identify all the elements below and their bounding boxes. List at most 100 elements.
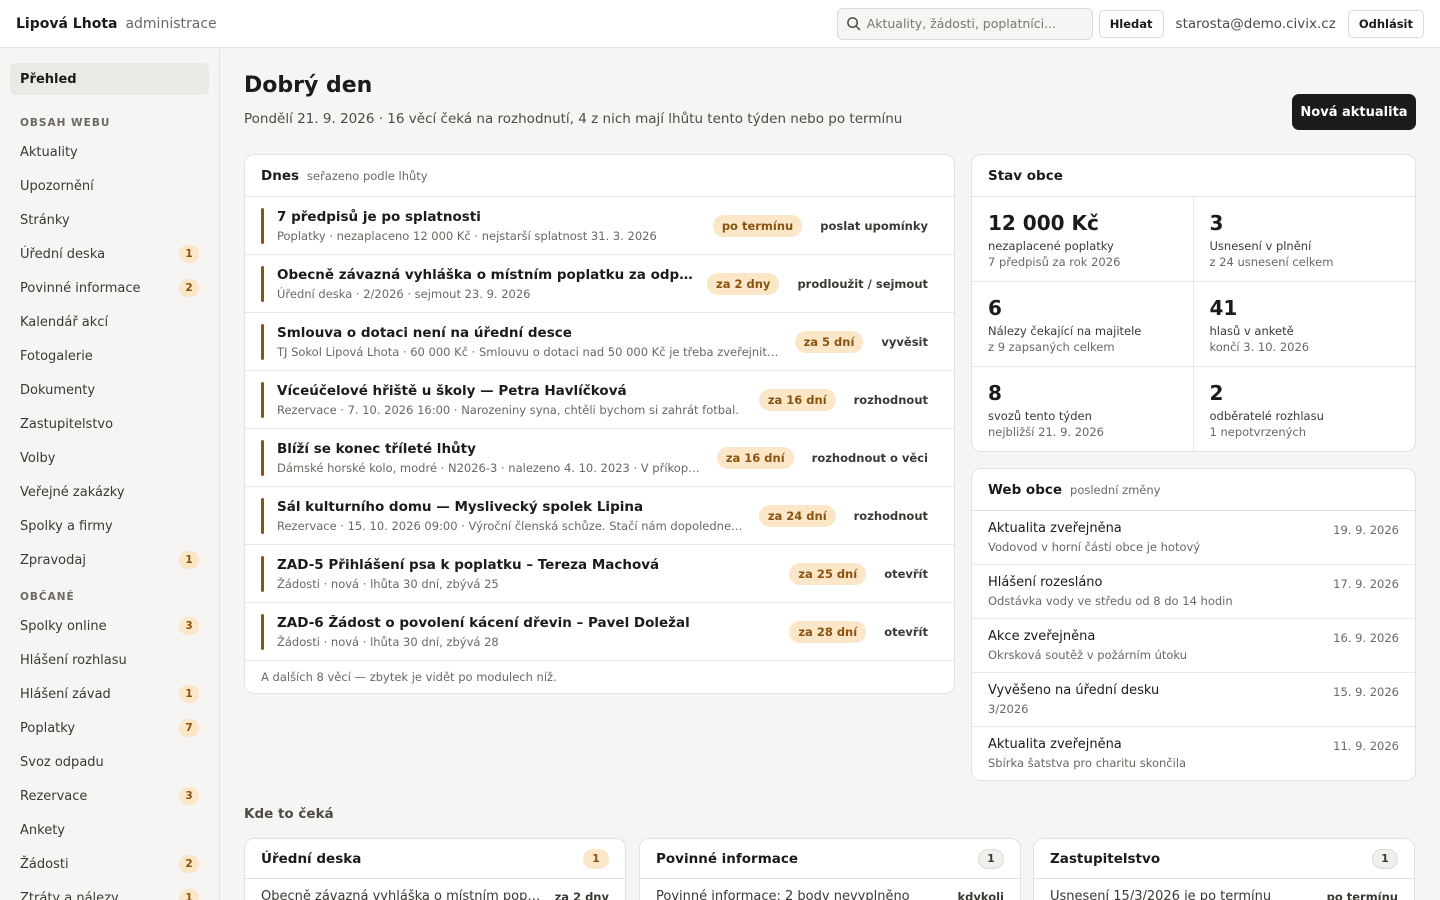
sidebar-item-label: Stránky [20, 212, 70, 228]
stat-cell[interactable]: 3 Usnesení v plnění z 24 usnesení celkem [1193, 197, 1415, 282]
web-change-text: Aktualita zveřejněna Vodovod v horní část… [988, 521, 1333, 564]
task-meta: Žádosti · nová · lhůta 30 dní, zbývá 28 [277, 634, 499, 649]
task-title[interactable]: Víceúčelové hřiště u školy — Petra Havlí… [277, 383, 745, 399]
sidebar-item[interactable]: Hlášení závad 1 [10, 677, 209, 711]
task-action-link[interactable]: vyvěsit [881, 335, 928, 349]
sidebar-item[interactable]: Volby [10, 441, 209, 475]
stat-cell[interactable]: 12 000 Kč nezaplacené poplatky 7 předpisů … [972, 197, 1194, 282]
sidebar-item[interactable]: Spolky a firmy [10, 509, 209, 543]
module-item-row[interactable]: Obecně závazná vyhláška o místním poplat… [245, 879, 625, 900]
search-box[interactable] [836, 7, 1093, 40]
sidebar-item[interactable]: Povinné informace 2 [10, 271, 209, 305]
search-button[interactable]: Hledat [1098, 9, 1164, 38]
web-change-detail: Okrsková soutěž v požárním útoku [988, 648, 1187, 662]
logout-button[interactable]: Odhlásit [1347, 9, 1424, 38]
module-item-deadline: kdykoli [957, 889, 1005, 900]
sidebar: Přehled Obsah webu Aktuality Upozornění Str… [0, 49, 220, 900]
task-action-link[interactable]: poslat upomínky [820, 219, 928, 233]
sidebar-item-overview[interactable]: Přehled [10, 63, 209, 95]
web-change-title: Aktualita zveřejněna [988, 521, 1122, 536]
task-action-link[interactable]: otevřít [884, 567, 928, 581]
task-action-link[interactable]: rozhodnout [854, 393, 928, 407]
sidebar-item-label: Poplatky [20, 720, 76, 736]
deadline-badge: za 5 dní [794, 330, 864, 353]
sidebar-item[interactable]: Aktuality [10, 135, 209, 169]
module-card-title[interactable]: Úřední deska [261, 851, 361, 867]
module-item-text: Usnesení 15/3/2026 je po termínu [1050, 889, 1272, 900]
sidebar-item[interactable]: Dokumenty [10, 373, 209, 407]
sidebar-item[interactable]: Zastupitelstvo [10, 407, 209, 441]
today-task-row[interactable]: Blíží se konec tříleté lhůty Dámské horsk… [245, 429, 954, 487]
today-task-row[interactable]: ZAD-5 Přihlášení psa k poplatku – Tereza… [245, 545, 954, 603]
sidebar-item[interactable]: Poplatky 7 [10, 711, 209, 745]
task-text: ZAD-6 Žádost o povolení kácení dřevin – … [277, 615, 775, 649]
web-change-row[interactable]: Vyvěšeno na úřední desku 3/2026 15. 9. 202… [972, 673, 1415, 727]
task-title[interactable]: ZAD-6 Žádost o povolení kácení dřevin – … [277, 615, 775, 631]
web-list: Aktualita zveřejněna Vodovod v horní část… [972, 511, 1415, 780]
stat-cell[interactable]: 2 odběratelé rozhlasu 1 nepotvrzených [1194, 367, 1416, 451]
web-card: Web obce poslední změny Aktualita zveřej… [971, 468, 1416, 781]
web-change-title: Akce zveřejněna [988, 629, 1096, 644]
today-task-row[interactable]: 7 předpisů je po splatnosti Poplatky · ne… [245, 197, 954, 255]
top-bar: Lipová Lhota administrace Hledat starost… [0, 0, 1440, 48]
module-item-row[interactable]: Usnesení 15/3/2026 je po termínu po termí… [1034, 879, 1414, 900]
brand-name[interactable]: Lipová Lhota [16, 16, 117, 32]
web-change-row[interactable]: Hlášení rozesláno Odstávka vody ve středu… [972, 565, 1415, 619]
today-task-row[interactable]: Víceúčelové hřiště u školy — Petra Havlí… [245, 371, 954, 429]
sidebar-item[interactable]: Ztráty a nálezy 1 [10, 881, 209, 900]
today-list: 7 předpisů je po splatnosti Poplatky · ne… [245, 197, 954, 661]
task-title[interactable]: Sál kulturního domu — Myslivecký spolek … [277, 499, 745, 515]
task-title[interactable]: ZAD-5 Přihlášení psa k poplatku – Tereza… [277, 557, 775, 573]
module-card-title[interactable]: Zastupitelstvo [1050, 851, 1160, 867]
sidebar-item[interactable]: Veřejné zakázky [10, 475, 209, 509]
web-change-row[interactable]: Aktualita zveřejněna Sbírka šatstva pro c… [972, 727, 1415, 780]
sidebar-item[interactable]: Kalendář akcí [10, 305, 209, 339]
task-priority-bar [261, 265, 264, 302]
web-change-title: Aktualita zveřejněna [988, 737, 1122, 752]
web-change-row[interactable]: Akce zveřejněna Okrsková soutěž v požární… [972, 619, 1415, 673]
sidebar-item[interactable]: Stránky [10, 203, 209, 237]
sidebar-item[interactable]: Spolky online 3 [10, 609, 209, 643]
today-task-row[interactable]: Obecně závazná vyhláška o místním poplat… [245, 255, 954, 313]
sidebar-item[interactable]: Rezervace 3 [10, 779, 209, 813]
stat-cell[interactable]: 6 Nálezy čekající na majitele z 9 zapsanýc… [972, 282, 1194, 367]
brand-subtitle: administrace [125, 15, 217, 32]
task-title[interactable]: 7 předpisů je po splatnosti [277, 209, 699, 225]
sidebar-item-label: Dokumenty [20, 382, 96, 398]
search-input[interactable] [866, 16, 1077, 31]
sidebar-item[interactable]: Hlášení rozhlasu [10, 643, 209, 677]
today-subtitle: seřazeno podle lhůty [307, 168, 428, 183]
where-title: Kde to čeká [244, 806, 334, 822]
task-meta: Úřední deska · 2/2026 · sejmout 23. 9. 2… [277, 286, 531, 301]
task-title[interactable]: Blíží se konec tříleté lhůty [277, 441, 703, 457]
task-action-link[interactable]: otevřít [884, 625, 928, 639]
module-item-row[interactable]: Povinné informace: 2 body nevyplněno kdyk… [640, 879, 1020, 900]
stat-cell[interactable]: 8 svozů tento týden nejbližší 21. 9. 2026 [972, 367, 1194, 451]
sidebar-item[interactable]: Ankety [10, 813, 209, 847]
task-title[interactable]: Smlouva o dotaci není na úřední desce [277, 325, 781, 341]
stat-sublabel: 1 nepotvrzených [1209, 425, 1307, 439]
sidebar-item[interactable]: Úřední deska 1 [10, 237, 209, 271]
new-article-button[interactable]: Nová aktualita [1292, 94, 1416, 130]
today-task-row[interactable]: Sál kulturního domu — Myslivecký spolek … [245, 487, 954, 545]
task-action-link[interactable]: rozhodnout [854, 509, 928, 523]
sidebar-sections: Obsah webu Aktuality Upozornění Stránky Úřed… [10, 103, 209, 900]
sidebar-item-label: Svoz odpadu [20, 754, 104, 770]
today-task-row[interactable]: Smlouva o dotaci není na úřední desce TJ … [245, 313, 954, 371]
sidebar-item[interactable]: Svoz odpadu [10, 745, 209, 779]
sidebar-item[interactable]: Fotogalerie [10, 339, 209, 373]
sidebar-item-label: Úřední deska [20, 246, 106, 262]
today-task-row[interactable]: ZAD-6 Žádost o povolení kácení dřevin – … [245, 603, 954, 661]
task-action-link[interactable]: rozhodnout o věci [812, 451, 928, 465]
stat-cell[interactable]: 41 hlasů v anketě končí 3. 10. 2026 [1193, 282, 1415, 367]
web-card-header: Web obce poslední změny [972, 469, 1415, 511]
web-change-row[interactable]: Aktualita zveřejněna Vodovod v horní část… [972, 511, 1415, 565]
stat-value: 3 [1209, 211, 1224, 235]
sidebar-item[interactable]: Zpravodaj 1 [10, 543, 209, 577]
sidebar-item[interactable]: Žádosti 2 [10, 847, 209, 881]
task-title[interactable]: Obecně závazná vyhláška o místním poplat… [277, 267, 693, 283]
sidebar-item[interactable]: Upozornění [10, 169, 209, 203]
task-action-link[interactable]: prodloužit / sejmout [797, 277, 928, 291]
sidebar-item-label: Veřejné zakázky [20, 484, 125, 500]
module-card-title[interactable]: Povinné informace [656, 851, 798, 867]
